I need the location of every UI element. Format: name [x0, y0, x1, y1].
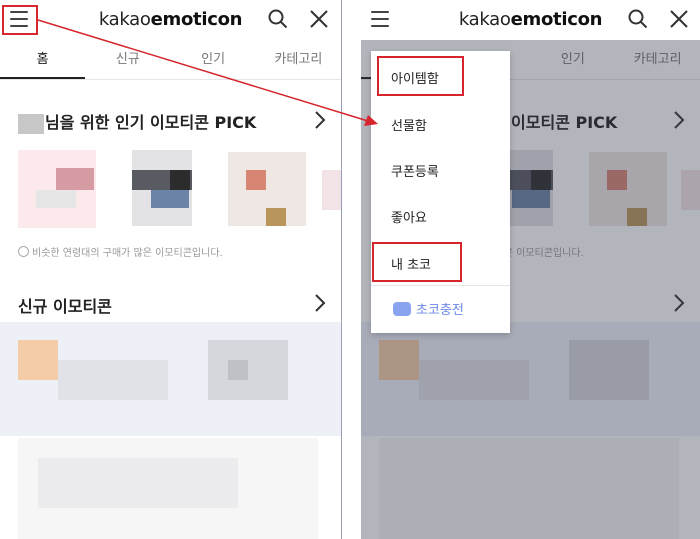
- annotation-arrow: [37, 19, 378, 126]
